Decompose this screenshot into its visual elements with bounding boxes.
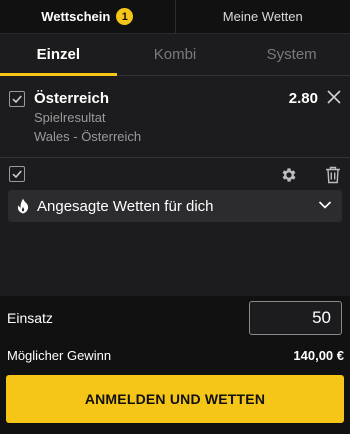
gear-icon[interactable]: [280, 166, 298, 184]
select-all-checkbox[interactable]: [9, 166, 25, 182]
tab-combo[interactable]: Kombi: [117, 34, 234, 75]
selection-team: Österreich: [34, 90, 110, 107]
suggested-bets-label: Angesagte Wetten für dich: [37, 197, 214, 215]
selection-checkbox[interactable]: [9, 91, 25, 107]
selection-market: Spielresultat: [34, 110, 106, 125]
flame-icon: [17, 198, 29, 214]
stake-panel: Einsatz Möglicher Gewinn 140,00 € ANMELD…: [0, 296, 350, 434]
tab-single[interactable]: Einzel: [0, 34, 117, 76]
tab-betslip-label: Wettschein: [41, 9, 111, 24]
potential-win-value: 140,00 €: [293, 348, 344, 363]
close-icon[interactable]: [327, 90, 341, 104]
potential-win-label: Möglicher Gewinn: [7, 348, 112, 363]
tab-betslip[interactable]: Wettschein 1: [0, 0, 175, 33]
selection-match: Wales - Österreich: [34, 129, 142, 144]
login-and-bet-button[interactable]: ANMELDEN UND WETTEN: [6, 375, 344, 423]
top-tabs: Wettschein 1 Meine Wetten: [0, 0, 350, 34]
bet-selection: Österreich Spielresultat Wales - Österre…: [0, 76, 350, 158]
chevron-down-icon: [318, 201, 332, 209]
actions-row: [0, 158, 350, 190]
suggested-bets-dropdown[interactable]: Angesagte Wetten für dich: [8, 190, 342, 222]
betslip-count-badge: 1: [116, 8, 134, 25]
bet-type-tabs: Einzel Kombi System: [0, 34, 350, 76]
trash-icon[interactable]: [325, 166, 341, 184]
tab-my-bets-label: Meine Wetten: [222, 9, 303, 24]
tab-system[interactable]: System: [233, 34, 350, 75]
selection-odds: 2.80: [288, 90, 318, 107]
tab-my-bets[interactable]: Meine Wetten: [174, 0, 350, 33]
stake-label: Einsatz: [7, 310, 53, 326]
checkbox-icon: [12, 95, 22, 104]
stake-input[interactable]: [249, 301, 342, 335]
checkbox-icon: [12, 170, 22, 179]
